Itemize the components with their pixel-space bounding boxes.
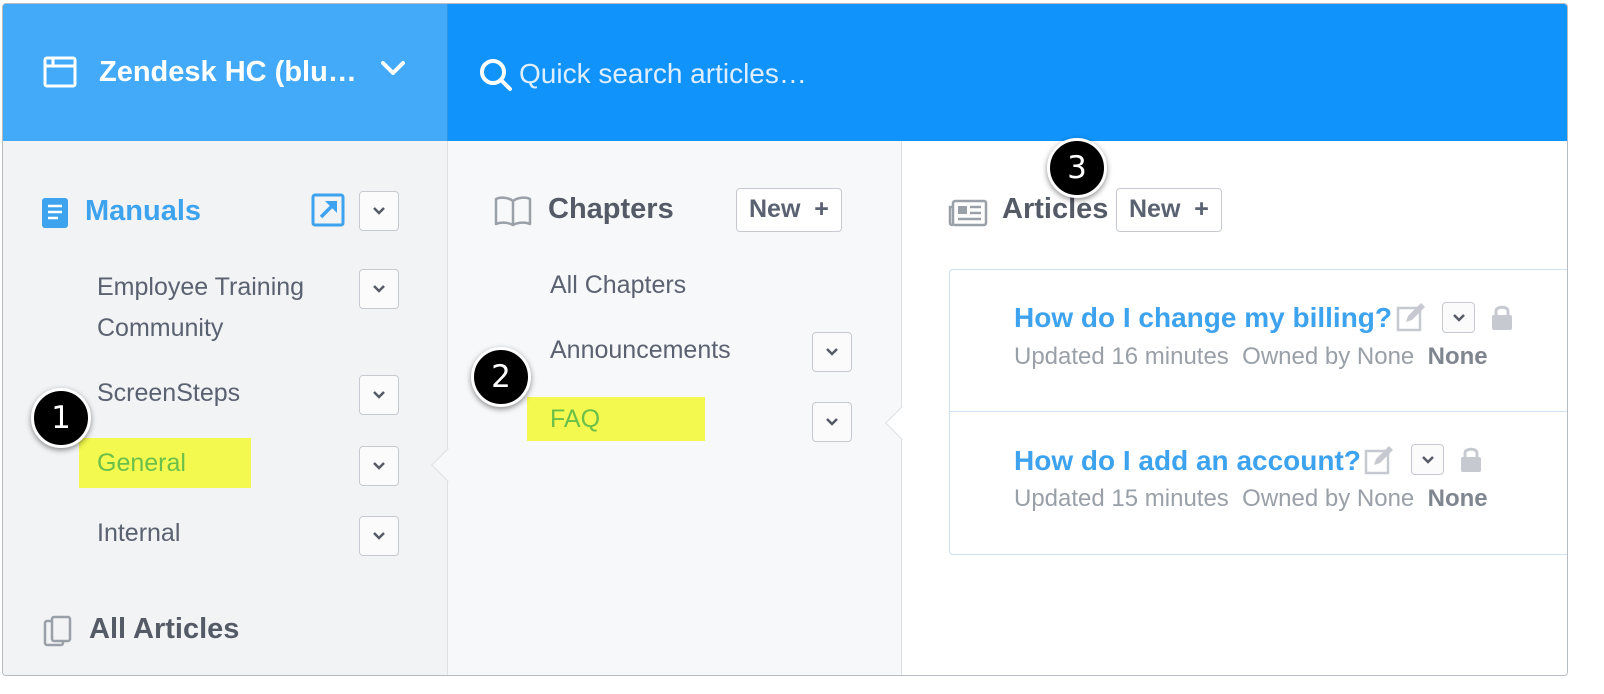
articles-panel: Articles New + How do I change my billin…	[885, 141, 1567, 675]
manual-item-dropdown-button[interactable]	[359, 516, 399, 556]
article-status: None	[1427, 343, 1488, 370]
article-row: How do I add an account? Updated 15 minu…	[950, 412, 1567, 554]
chevron-down-icon	[373, 285, 385, 293]
edit-icon[interactable]	[1364, 445, 1394, 475]
manual-item-general[interactable]: General	[97, 443, 186, 484]
manual-item-internal[interactable]: Internal	[97, 513, 180, 554]
chevron-down-icon[interactable]	[379, 57, 407, 79]
article-owner: Owned by None	[1242, 485, 1415, 512]
newspaper-icon	[948, 199, 988, 227]
article-updated: Updated 15 minutes	[1014, 485, 1229, 512]
manuals-dropdown-button[interactable]	[359, 191, 399, 231]
article-meta: Updated 15 minutes Owned by None None	[1014, 485, 1488, 513]
chapter-item-dropdown-button[interactable]	[812, 332, 852, 372]
article-title-link[interactable]: How do I add an account?	[1014, 445, 1361, 477]
chevron-down-icon	[373, 391, 385, 399]
new-article-label: New	[1129, 195, 1181, 223]
chapters-title: Chapters	[548, 193, 674, 225]
callout-badge-1: 1	[31, 388, 91, 448]
lock-icon[interactable]	[1491, 303, 1513, 331]
copy-documents-icon	[43, 615, 72, 647]
external-link-icon[interactable]	[311, 193, 345, 227]
top-bar: Zendesk HC (blu…	[3, 4, 1567, 141]
new-chapter-button[interactable]: New +	[736, 188, 842, 232]
chapter-item-announcements[interactable]: Announcements	[550, 330, 731, 371]
article-owner: Owned by None	[1242, 343, 1415, 370]
chevron-down-icon	[1422, 456, 1434, 464]
search-input[interactable]	[519, 54, 1119, 94]
article-dropdown-button[interactable]	[1442, 302, 1475, 333]
manual-item-screensteps[interactable]: ScreenSteps	[97, 373, 240, 414]
chevron-down-icon	[1453, 314, 1465, 322]
chapter-item-dropdown-button[interactable]	[812, 402, 852, 442]
site-switcher[interactable]: Zendesk HC (blu…	[3, 4, 448, 141]
chapter-item-faq[interactable]: FAQ	[550, 399, 600, 440]
manuals-title[interactable]: Manuals	[85, 195, 201, 228]
article-title-link[interactable]: How do I change my billing?	[1014, 302, 1392, 334]
lock-icon[interactable]	[1460, 445, 1482, 473]
app-window: Zendesk HC (blu… Manuals Employee Trai	[2, 3, 1568, 676]
all-articles-link[interactable]: All Articles	[89, 613, 239, 646]
chevron-down-icon	[826, 348, 838, 356]
article-status: None	[1427, 485, 1488, 512]
manual-item-dropdown-button[interactable]	[359, 375, 399, 415]
new-chapter-label: New	[749, 195, 801, 223]
article-updated: Updated 16 minutes	[1014, 343, 1229, 370]
chapter-item-all[interactable]: All Chapters	[550, 265, 686, 306]
article-row: How do I change my billing? Updated 16 m…	[950, 270, 1567, 412]
chevron-down-icon	[826, 418, 838, 426]
chevron-down-icon	[373, 462, 385, 470]
articles-title: Articles	[1002, 193, 1109, 225]
manual-item-dropdown-button[interactable]	[359, 269, 399, 309]
search-icon	[480, 59, 512, 91]
callout-badge-3: 3	[1047, 138, 1107, 198]
chevron-down-icon	[373, 532, 385, 540]
site-name[interactable]: Zendesk HC (blu…	[99, 56, 357, 89]
manual-item-employee-training[interactable]: Employee Training Community	[97, 267, 337, 349]
chapters-panel: Chapters New + All Chapters Announcement…	[431, 141, 902, 675]
edit-icon[interactable]	[1396, 302, 1426, 332]
chevron-down-icon	[373, 207, 385, 215]
new-article-button[interactable]: New +	[1116, 188, 1222, 232]
open-book-icon	[494, 196, 532, 227]
article-list: How do I change my billing? Updated 16 m…	[949, 269, 1567, 555]
article-meta: Updated 16 minutes Owned by None None	[1014, 343, 1488, 371]
manual-item-dropdown-button[interactable]	[359, 446, 399, 486]
article-dropdown-button[interactable]	[1411, 444, 1444, 475]
manual-book-icon	[42, 198, 68, 228]
browser-window-icon	[43, 56, 77, 88]
callout-badge-2: 2	[471, 347, 531, 407]
